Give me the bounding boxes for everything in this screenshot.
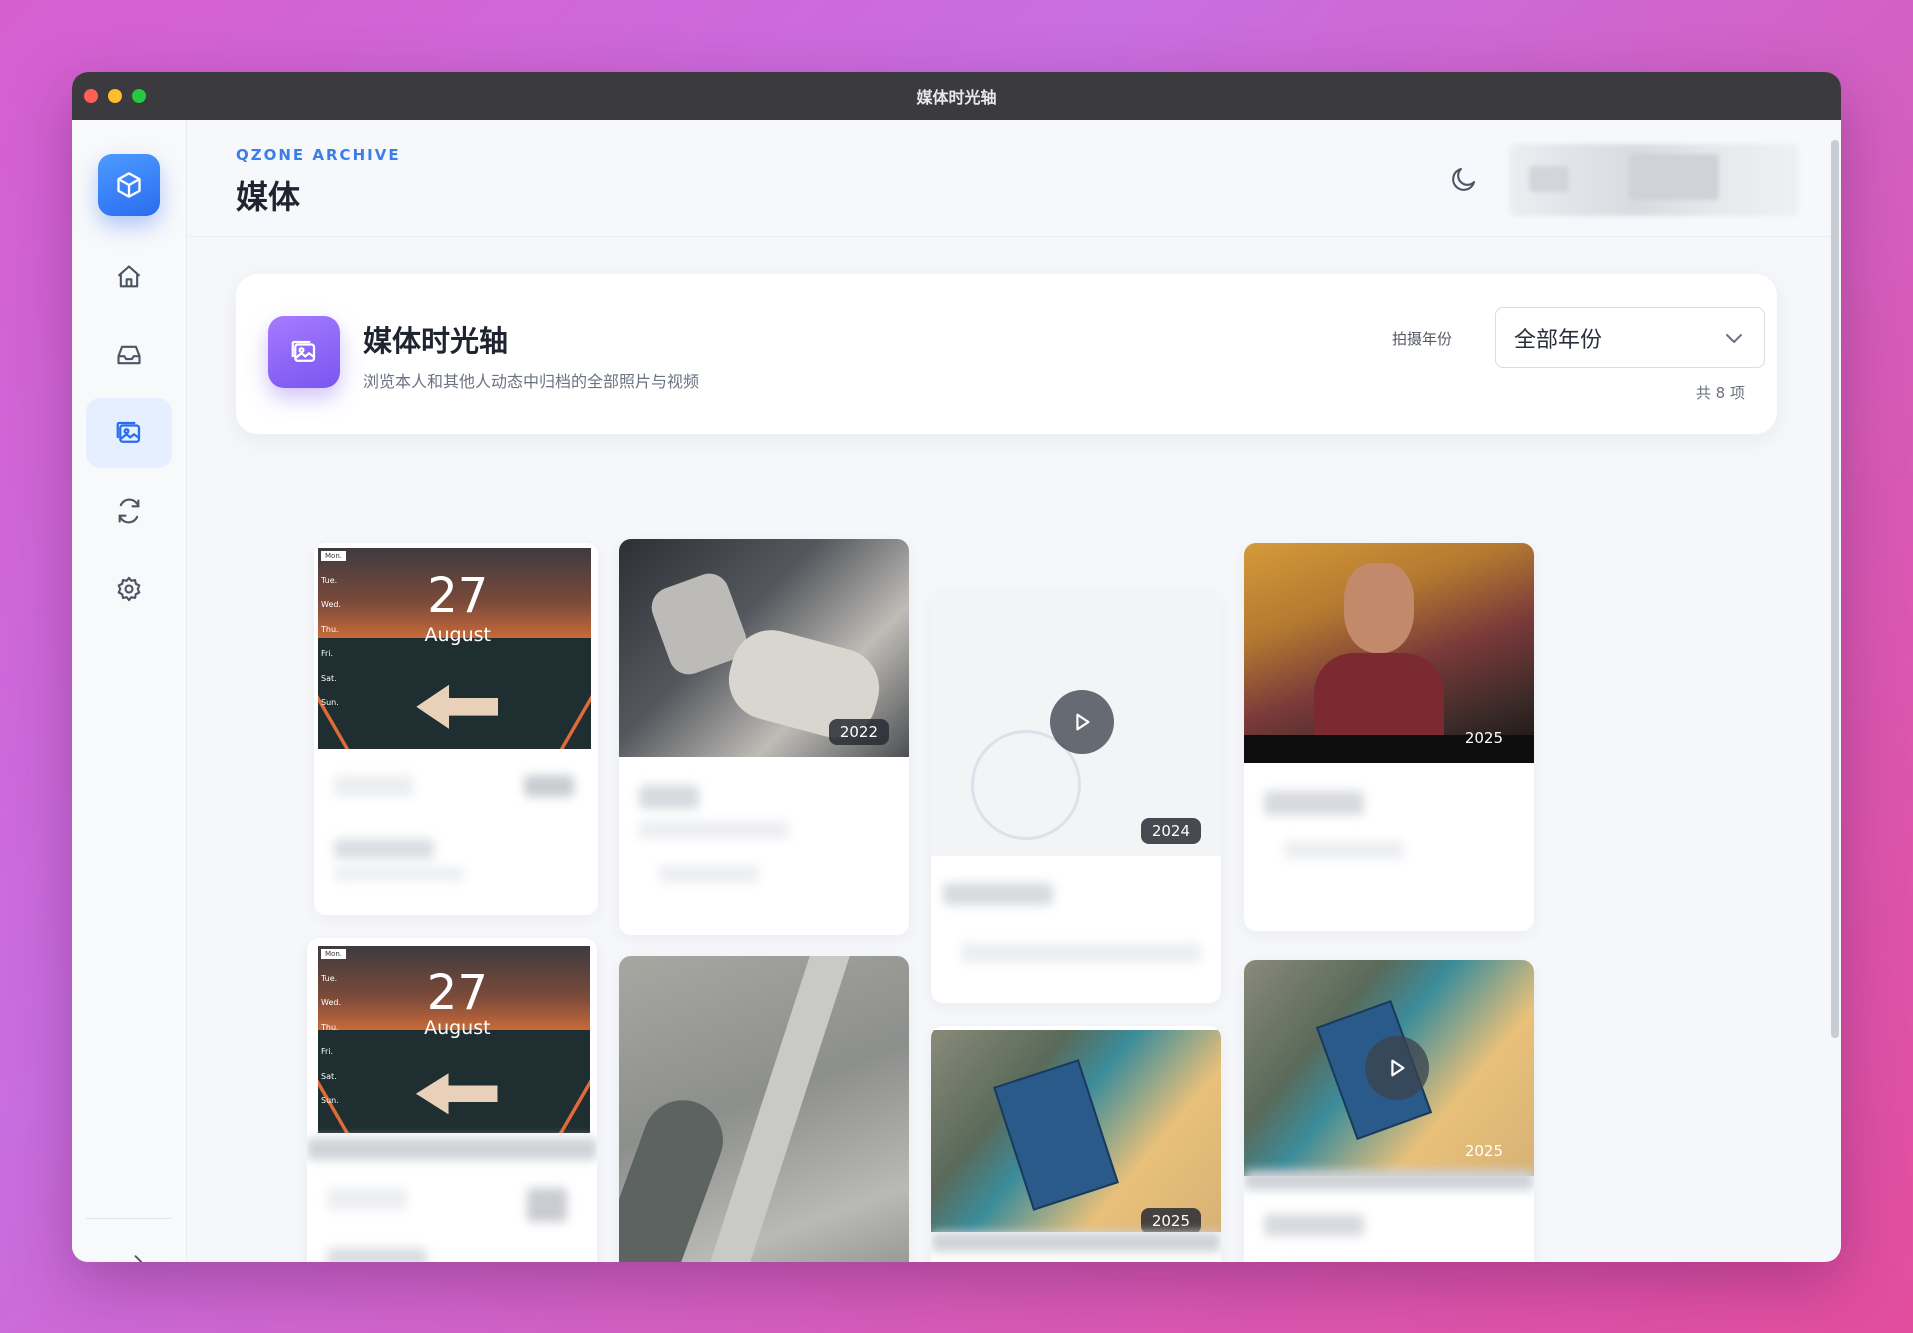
gallery-icon (116, 421, 141, 443)
blurred-metadata (314, 755, 598, 915)
sidebar (72, 120, 187, 1262)
page-title: 媒体 (236, 178, 301, 216)
media-thumbnail[interactable]: Mon. Tue. Wed. Thu. Fri. Sat. Sun. 27 Au… (318, 548, 591, 749)
blurred-metadata (931, 863, 1221, 1003)
blurred-metadata (1244, 771, 1534, 931)
item-count: 共 8 项 (1695, 384, 1745, 402)
year-badge: 2024 (1140, 818, 1201, 844)
sidebar-item-home[interactable] (86, 242, 172, 312)
blurred-metadata (307, 1138, 597, 1262)
media-thumbnail[interactable]: 2024 (931, 590, 1221, 856)
media-thumbnail[interactable]: 2025 (1244, 960, 1534, 1176)
play-icon (1076, 713, 1090, 731)
play-video-button[interactable] (1365, 1036, 1429, 1100)
thumb-weekday-label: Mon. (321, 949, 346, 959)
media-card[interactable]: Mon. Tue. Wed. Thu. Fri. Sat. Sun. 27 Au… (314, 543, 598, 915)
thumb-weekday-label: Sat. (321, 674, 337, 683)
media-card[interactable]: 2022 (619, 956, 909, 1262)
sidebar-item-sync[interactable] (86, 476, 172, 546)
thumb-weekday-label: Thu. (321, 625, 339, 634)
media-thumbnail[interactable]: Mon. Tue. Wed. Thu. Fri. Sat. Sun. 27 Au… (318, 946, 590, 1133)
page-eyebrow: QZONE ARCHIVE (236, 146, 401, 164)
home-icon (117, 265, 141, 288)
year-badge: 2025 (1140, 1208, 1201, 1232)
thumb-weekday-label: Sun. (321, 698, 339, 707)
page-header: QZONE ARCHIVE 媒体 (187, 120, 1841, 237)
thumb-month: August (424, 1017, 491, 1040)
minimize-window-button[interactable] (108, 89, 122, 103)
inbox-icon (117, 345, 141, 365)
media-thumbnail[interactable]: 2022 (619, 956, 909, 1262)
sync-icon (118, 498, 140, 524)
thumb-weekday-label: Mon. (321, 551, 346, 561)
thumb-weekday-label: Tue. (321, 974, 338, 983)
thumb-weekday-label: Sun. (321, 1096, 339, 1105)
media-card[interactable]: Mon. Tue. Wed. Thu. Fri. Sat. Sun. 27 Au… (307, 938, 597, 1262)
app-window: 媒体时光轴 QZONE ARCHIVE 媒体 媒体时光轴 浏览本人和其他人动态中… (72, 72, 1841, 1262)
year-badge: 2022 (828, 719, 889, 745)
chevron-down-icon (1726, 333, 1742, 343)
moon-icon (1452, 167, 1476, 191)
media-card[interactable]: 2025 (1244, 960, 1534, 1262)
media-timeline-header: 媒体时光轴 浏览本人和其他人动态中归档的全部照片与视频 拍摄年份 全部年份 共 … (236, 274, 1777, 434)
media-card[interactable]: 2025 (931, 1026, 1221, 1262)
gear-icon (117, 576, 141, 602)
blurred-metadata (619, 765, 909, 935)
blurred-metadata (931, 1232, 1221, 1262)
thumb-weekday-label: Wed. (321, 600, 341, 609)
close-window-button[interactable] (84, 89, 98, 103)
window-title: 媒体时光轴 (916, 88, 997, 107)
chevron-right-icon (134, 1255, 143, 1262)
thumb-month: August (424, 624, 491, 647)
sidebar-item-media[interactable] (86, 398, 172, 468)
blurred-metadata (1244, 1170, 1534, 1262)
sidebar-item-inbox[interactable] (86, 320, 172, 390)
hero-title: 媒体时光轴 (363, 324, 509, 358)
play-video-button[interactable] (1050, 690, 1114, 754)
thumb-day: 27 (426, 964, 488, 1021)
hero-subtitle: 浏览本人和其他人动态中归档的全部照片与视频 (363, 372, 700, 391)
hero-icon-tile (268, 316, 340, 388)
main-content: QZONE ARCHIVE 媒体 媒体时光轴 浏览本人和其他人动态中归档的全部照… (187, 120, 1841, 1262)
user-account-blurred[interactable] (1509, 144, 1799, 216)
media-card[interactable]: 2024 (931, 590, 1221, 1003)
page-scrollbar[interactable] (1831, 140, 1839, 1038)
title-bar: 媒体时光轴 (72, 72, 1841, 120)
sidebar-item-settings[interactable] (86, 554, 172, 624)
media-thumbnail[interactable]: 2025 (1244, 543, 1534, 763)
thumb-weekday-label: Sat. (321, 1072, 337, 1081)
thumb-weekday-label: Thu. (321, 1023, 339, 1032)
year-filter-value: 全部年份 (1514, 327, 1603, 353)
maximize-window-button[interactable] (132, 89, 146, 103)
window-controls (84, 89, 146, 103)
thumb-day: 27 (427, 568, 489, 625)
media-thumbnail[interactable]: 2025 (931, 1030, 1221, 1232)
year-filter-select[interactable]: 全部年份 (1495, 307, 1765, 368)
gallery-icon (291, 340, 316, 362)
thumb-weekday-label: Fri. (321, 649, 334, 658)
year-badge: 2025 (1464, 729, 1503, 747)
year-filter-label: 拍摄年份 (1392, 330, 1453, 348)
year-badge: 2025 (1464, 1142, 1503, 1160)
media-card[interactable]: 2022 (619, 539, 909, 935)
thumb-weekday-label: Fri. (321, 1047, 334, 1056)
sidebar-collapse-button[interactable] (126, 1250, 150, 1262)
media-card[interactable]: 2025 (1244, 543, 1534, 931)
app-logo[interactable] (98, 154, 160, 216)
play-icon (1391, 1059, 1405, 1077)
thumb-weekday-label: Wed. (321, 998, 341, 1007)
cube-icon (117, 172, 141, 198)
media-thumbnail[interactable]: 2022 (619, 539, 909, 757)
theme-toggle-button[interactable] (1449, 164, 1479, 194)
sidebar-divider (86, 1218, 172, 1219)
thumb-weekday-label: Tue. (321, 576, 338, 585)
